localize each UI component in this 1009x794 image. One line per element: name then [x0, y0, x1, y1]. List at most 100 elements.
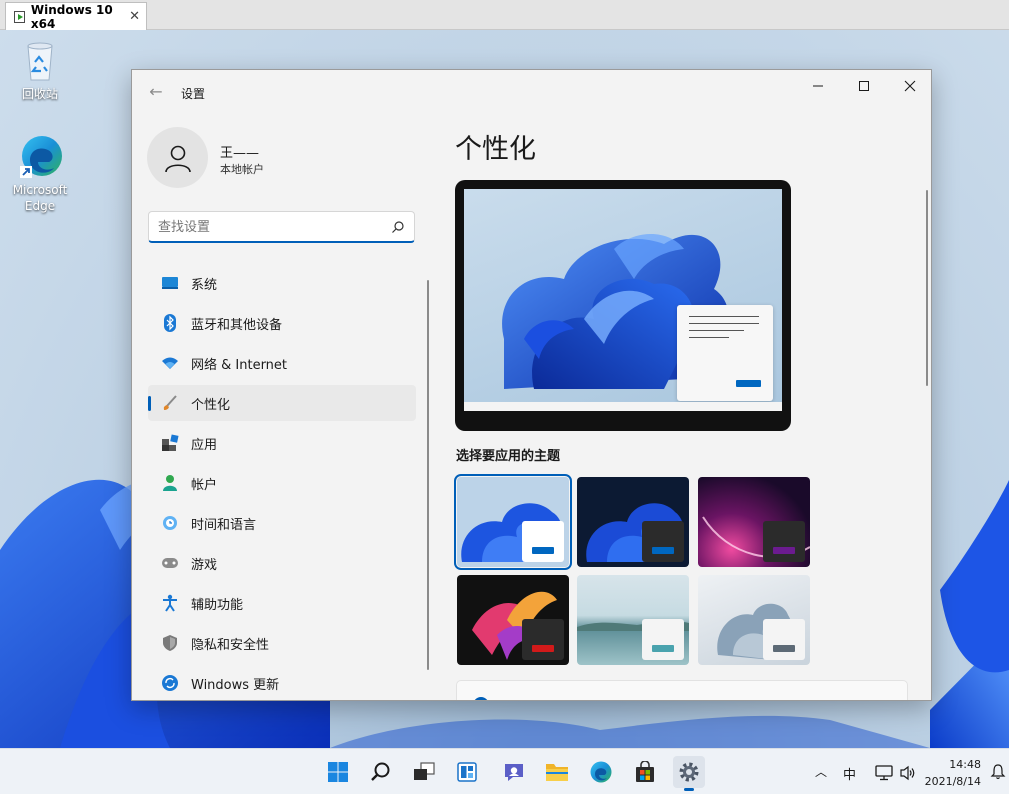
nav-item-time-language[interactable]: 时间和语言: [148, 505, 416, 541]
taskbar: ︿ 中 14:48 2021/8/14: [0, 748, 1009, 794]
settings-taskbar-button[interactable]: [673, 756, 705, 791]
theme-tile-flow[interactable]: [698, 575, 810, 665]
monitor-icon: [161, 274, 179, 292]
preview-accent-button: [736, 380, 761, 387]
windows-logo-icon: [328, 762, 348, 782]
theme-mini-window: [763, 521, 805, 562]
task-view-icon: [414, 762, 435, 780]
window-title: 设置: [181, 87, 206, 101]
apps-icon: [161, 434, 179, 452]
theme-mini-window: [763, 619, 805, 660]
theme-accent-swatch: [773, 645, 795, 652]
page-title: 个性化: [455, 134, 536, 165]
close-button[interactable]: [887, 70, 931, 102]
nav-item-apps[interactable]: 应用: [148, 425, 416, 461]
preview-line: [689, 330, 744, 331]
nav-item-windows-update[interactable]: Windows 更新: [148, 665, 416, 700]
info-banner: [456, 680, 908, 700]
back-button[interactable]: ←: [146, 82, 166, 102]
nav-label: 帐户: [191, 477, 218, 493]
widgets-icon: [457, 762, 477, 782]
desktop-icon-recycle-bin[interactable]: 回收站: [3, 36, 77, 102]
clock-date[interactable]: 2021/8/14: [921, 775, 981, 788]
nav-label: Windows 更新: [191, 677, 280, 693]
nav-label: 游戏: [191, 557, 218, 573]
nav-item-accounts[interactable]: 帐户: [148, 465, 416, 501]
nav-item-system[interactable]: 系统: [148, 265, 416, 301]
brush-icon: [161, 394, 179, 412]
edge-taskbar-button[interactable]: [585, 756, 617, 788]
nav-label: 系统: [191, 277, 218, 293]
minimize-button[interactable]: [795, 70, 841, 102]
nav-label: 网络 & Internet: [191, 357, 288, 373]
nav-item-gaming[interactable]: 游戏: [148, 545, 416, 581]
vm-tab-close-icon[interactable]: ✕: [129, 9, 140, 24]
themes-heading: 选择要应用的主题: [456, 449, 561, 464]
account-type: 本地帐户: [220, 163, 264, 176]
nav-item-bluetooth[interactable]: 蓝牙和其他设备: [148, 305, 416, 341]
search-input[interactable]: [158, 218, 378, 236]
theme-tile-glow[interactable]: [698, 477, 810, 567]
nav-scrollbar[interactable]: [427, 280, 429, 670]
store-button[interactable]: [629, 756, 661, 788]
volume-icon[interactable]: [899, 765, 917, 781]
vm-tab-title: Windows 10 x64: [30, 2, 113, 31]
chat-button[interactable]: [498, 756, 530, 788]
taskbar-search-button[interactable]: [365, 756, 397, 788]
task-view-button[interactable]: [408, 756, 440, 788]
theme-accent-swatch: [652, 547, 674, 554]
recycle-bin-label: 回收站: [21, 87, 58, 101]
desktop-icon-edge[interactable]: Microsoft Edge: [3, 132, 77, 214]
start-button[interactable]: [322, 756, 354, 788]
preview-line: [689, 337, 729, 338]
widgets-button[interactable]: [451, 756, 483, 788]
nav-item-network[interactable]: 网络 & Internet: [148, 345, 416, 381]
folder-icon: [546, 764, 568, 781]
user-name: 王——: [220, 146, 260, 161]
theme-tile-dark-bloom[interactable]: [577, 477, 689, 567]
nav-item-privacy[interactable]: 隐私和安全性: [148, 625, 416, 661]
ime-indicator[interactable]: 中: [843, 764, 856, 783]
vm-tab[interactable]: Windows 10 x64 ✕: [5, 2, 147, 31]
file-explorer-button[interactable]: [541, 756, 573, 788]
search-box[interactable]: [148, 211, 415, 243]
theme-mini-window: [522, 521, 564, 562]
theme-accent-swatch: [773, 547, 795, 554]
title-bar[interactable]: ← 设置: [132, 70, 931, 110]
gamepad-icon: [161, 554, 179, 572]
update-icon: [161, 674, 179, 692]
clock-time[interactable]: 14:48: [929, 758, 981, 771]
nav-item-accessibility[interactable]: 辅助功能: [148, 585, 416, 621]
settings-window: ← 设置 王—— 本地帐户 系统: [131, 69, 932, 701]
nav-label: 辅助功能: [191, 597, 244, 613]
edge-icon: [16, 132, 64, 180]
nav-label: 隐私和安全性: [191, 637, 270, 653]
shield-icon: [161, 634, 179, 652]
tray-overflow-chevron-icon[interactable]: ︿: [815, 763, 827, 780]
teams-chat-icon: [505, 764, 523, 781]
preview-line: [689, 323, 759, 324]
nav-label: 时间和语言: [191, 517, 257, 533]
theme-accent-swatch: [532, 547, 554, 554]
maximize-button[interactable]: [841, 70, 887, 102]
bluetooth-icon: [161, 314, 179, 332]
avatar[interactable]: [147, 127, 208, 188]
preview-taskbar: [464, 402, 782, 411]
theme-mini-window: [642, 521, 684, 562]
settings-nav: 系统 蓝牙和其他设备 网络 & Internet 个性化 应用 帐户 时间和语言…: [148, 265, 416, 700]
user-icon: [164, 145, 191, 172]
edge-label: Microsoft Edge: [12, 183, 68, 213]
nav-label: 蓝牙和其他设备: [191, 317, 283, 333]
notification-bell-icon[interactable]: [990, 764, 1006, 780]
content-scrollbar[interactable]: [926, 190, 928, 386]
nav-item-personalization[interactable]: 个性化: [148, 385, 416, 421]
theme-tile-sunrise[interactable]: [577, 575, 689, 665]
theme-tile-captured-motion[interactable]: [457, 575, 569, 665]
theme-tile-light-bloom[interactable]: [454, 474, 572, 570]
maximize-icon: [859, 81, 869, 91]
network-icon[interactable]: [875, 765, 893, 781]
theme-accent-swatch: [532, 645, 554, 652]
theme-preview: [455, 180, 791, 431]
nav-label: 个性化: [191, 397, 231, 413]
search-icon[interactable]: [391, 220, 405, 234]
